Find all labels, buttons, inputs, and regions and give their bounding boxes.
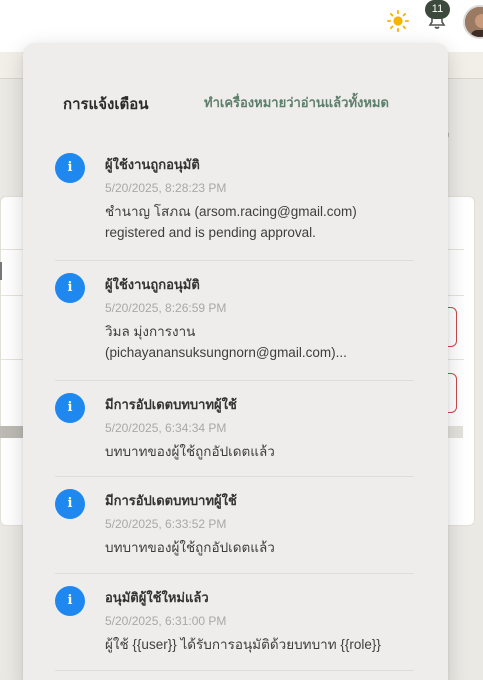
notification-message: ชำนาญ โสภณ (arsom.racing@gmail.com) regi… [105,204,357,240]
notification-list: i ผู้ใช้งานถูกอนุมัติ 5/20/2025, 8:28:23… [55,141,414,671]
notification-title: ผู้ใช้งานถูกอนุมัติ [105,277,200,292]
info-icon: i [55,273,85,303]
info-icon: i [55,153,85,183]
notifications-panel: การแจ้งเตือน ทำเครื่องหมายว่าอ่านแล้วทั้… [23,43,448,680]
notification-time: 5/20/2025, 8:26:59 PM [105,301,227,315]
panel-title: การแจ้งเตือน [63,96,149,113]
info-icon: i [55,393,85,423]
notification-title: มีการอัปเดตบทบาทผู้ใช้ [105,397,237,412]
notification-item[interactable]: i มีการอัปเดตบทบาทผู้ใช้ 5/20/2025, 6:33… [55,477,414,574]
notification-title: ผู้ใช้งานถูกอนุมัติ [105,157,200,172]
notification-time: 5/20/2025, 6:33:52 PM [105,517,227,531]
notification-title: มีการอัปเดตบทบาทผู้ใช้ [105,493,237,508]
info-icon: i [55,489,85,519]
info-icon: i [55,586,85,616]
background-scrollbar-thumb [0,426,24,438]
notification-title: อนุมัติผู้ใช้ใหม่แล้ว [105,590,209,605]
notification-item[interactable]: i ผู้ใช้งานถูกอนุมัติ 5/20/2025, 8:28:23… [55,141,414,261]
notifications-button[interactable]: 11 [422,0,456,38]
notification-time: 5/20/2025, 6:34:34 PM [105,421,227,435]
avatar-image [465,7,483,37]
notification-item[interactable]: i ผู้ใช้งานถูกอนุมัติ 5/20/2025, 8:26:59… [55,261,414,381]
notification-message: บทบาทของผู้ใช้ถูกอัปเดตแล้ว [105,444,275,459]
sun-icon[interactable] [387,10,409,32]
notification-count-badge: 11 [425,0,450,19]
background-fragment [0,262,2,280]
notification-time: 5/20/2025, 6:31:00 PM [105,614,227,628]
notification-time: 5/20/2025, 8:28:23 PM [105,181,227,195]
notification-message: วิมล มุ่งการงาน (pichayanansuksungnorn@g… [105,324,347,360]
user-avatar[interactable] [463,5,483,39]
notification-item[interactable]: i มีการอัปเดตบทบาทผู้ใช้ 5/20/2025, 6:34… [55,381,414,477]
mark-all-read-button[interactable]: ทำเครื่องหมายว่าอ่านแล้วทั้งหมด [204,92,389,113]
notification-message: ผู้ใช้ {{user}} ได้รับการอนุมัติด้วยบทบา… [105,637,381,652]
notification-item[interactable]: i อนุมัติผู้ใช้ใหม่แล้ว 5/20/2025, 6:31:… [55,574,414,671]
notification-message: บทบาทของผู้ใช้ถูกอัปเดตแล้ว [105,540,275,555]
